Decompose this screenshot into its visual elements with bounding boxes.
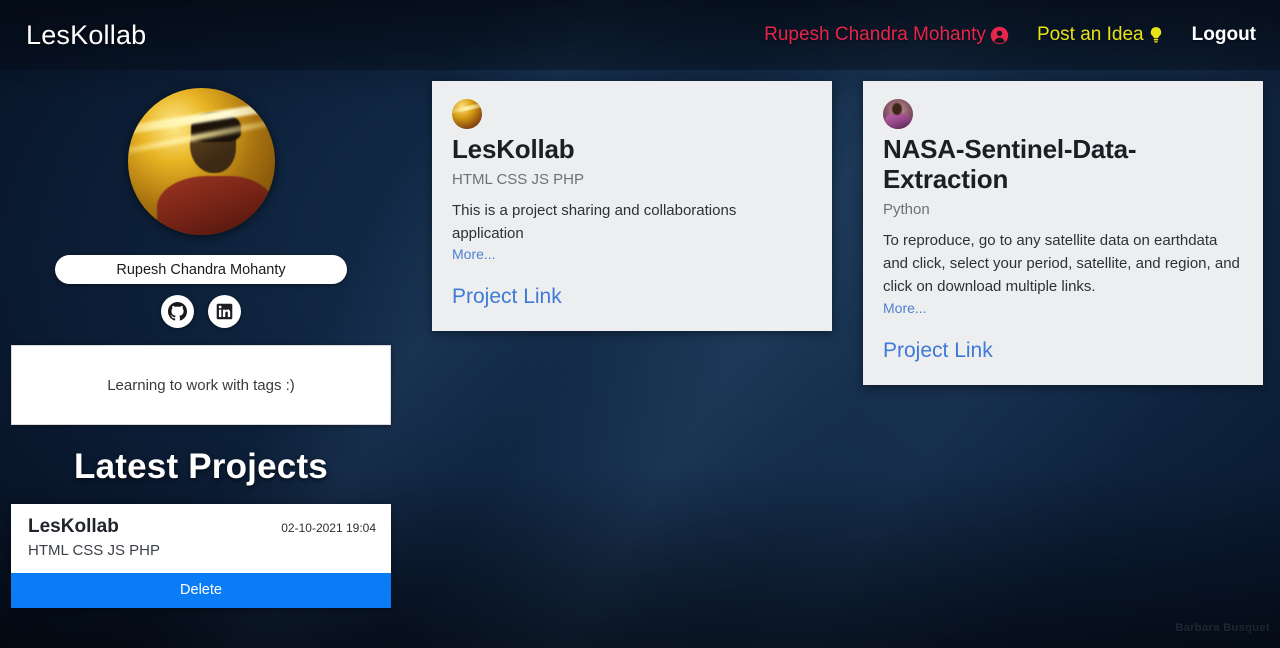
project-title: LesKollab bbox=[452, 134, 575, 164]
latest-project-header: LesKollab 02-10-2021 19:04 bbox=[28, 516, 376, 538]
github-icon[interactable] bbox=[161, 295, 194, 328]
avatar-wrapper bbox=[11, 70, 391, 235]
nav-idea-label: Post an Idea bbox=[1036, 24, 1144, 45]
project-external-link[interactable]: Project Link bbox=[883, 339, 993, 363]
latest-project-item: LesKollab 02-10-2021 19:04 HTML CSS JS P… bbox=[11, 504, 391, 608]
project-description: To reproduce, go to any satellite data o… bbox=[883, 231, 1240, 296]
nav-link-profile[interactable]: Rupesh Chandra Mohanty bbox=[764, 24, 1009, 46]
desktop-watermark: Barbara Busquet bbox=[1175, 622, 1270, 634]
latest-projects-heading: Latest Projects bbox=[74, 447, 328, 486]
project-stack: Python bbox=[883, 200, 930, 218]
brand-logo[interactable]: LesKollab bbox=[26, 20, 146, 51]
profile-name-badge: Rupesh Chandra Mohanty bbox=[55, 255, 347, 284]
card-author-avatar bbox=[883, 99, 913, 129]
linkedin-icon[interactable] bbox=[208, 295, 241, 328]
project-more-link[interactable]: More... bbox=[452, 246, 496, 262]
latest-project-name: LesKollab bbox=[28, 516, 119, 537]
project-external-link[interactable]: Project Link bbox=[452, 285, 562, 309]
tagline-text: Learning to work with tags :) bbox=[107, 376, 295, 394]
latest-projects-list: LesKollab 02-10-2021 19:04 HTML CSS JS P… bbox=[11, 504, 391, 608]
page-content: Rupesh Chandra Mohanty Learning to work … bbox=[0, 70, 1280, 648]
tagline-box: Learning to work with tags :) bbox=[11, 345, 391, 425]
lightbulb-icon bbox=[1148, 26, 1164, 45]
latest-project-date: 02-10-2021 19:04 bbox=[281, 521, 376, 535]
top-navbar: LesKollab Rupesh Chandra Mohanty Post an… bbox=[0, 0, 1280, 70]
user-circle-icon bbox=[990, 26, 1009, 45]
project-title: NASA-Sentinel-Data-Extraction bbox=[883, 134, 1137, 194]
project-card: NASA-Sentinel-Data-Extraction Python To … bbox=[863, 81, 1263, 385]
profile-sidebar: Rupesh Chandra Mohanty Learning to work … bbox=[11, 70, 391, 608]
project-card: LesKollab HTML CSS JS PHP This is a proj… bbox=[432, 81, 832, 332]
nav-logout-label: Logout bbox=[1191, 24, 1256, 45]
nav-link-post-idea[interactable]: Post an Idea bbox=[1037, 24, 1164, 46]
nav-profile-label: Rupesh Chandra Mohanty bbox=[764, 24, 986, 45]
latest-project-body: LesKollab 02-10-2021 19:04 HTML CSS JS P… bbox=[11, 504, 391, 573]
social-links bbox=[11, 295, 391, 328]
profile-avatar bbox=[127, 88, 275, 235]
project-stack: HTML CSS JS PHP bbox=[452, 170, 584, 188]
delete-project-button[interactable]: Delete bbox=[11, 573, 391, 608]
nav-links: Rupesh Chandra Mohanty Post an Idea Logo… bbox=[764, 24, 1256, 46]
project-description: This is a project sharing and collaborat… bbox=[452, 201, 737, 243]
project-more-link[interactable]: More... bbox=[883, 300, 927, 316]
nav-link-logout[interactable]: Logout bbox=[1192, 24, 1256, 46]
latest-project-stack: HTML CSS JS PHP bbox=[28, 542, 160, 559]
card-author-avatar bbox=[452, 99, 482, 129]
